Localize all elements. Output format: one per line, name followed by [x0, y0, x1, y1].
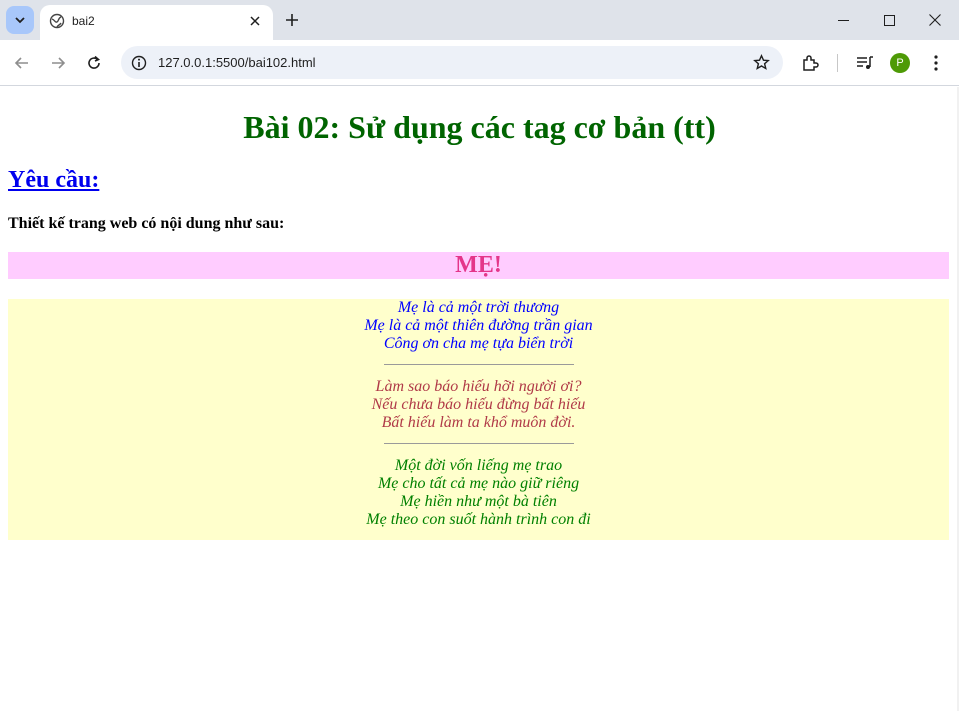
divider: [383, 443, 574, 444]
poem-line: Nếu chưa báo hiếu đừng bất hiếu: [371, 396, 586, 413]
poem-title-banner: MẸ!: [8, 252, 949, 279]
poem-line: Làm sao báo hiếu hỡi người ơi?: [375, 378, 582, 395]
poem-title: MẸ!: [455, 252, 502, 278]
tab-strip: bai2: [0, 0, 959, 40]
extensions-icon[interactable]: [799, 52, 821, 74]
tab-search-icon[interactable]: [6, 6, 34, 34]
description-text: Thiết kế trang web có nội dung như sau:: [8, 215, 285, 232]
plus-icon[interactable]: [282, 10, 302, 30]
poem-line: Mẹ là cả một thiên đường trần gian: [364, 317, 593, 334]
avatar[interactable]: P: [890, 53, 910, 73]
globe-icon: [49, 13, 65, 29]
menu-icon[interactable]: [925, 52, 947, 74]
forward-icon[interactable]: [47, 52, 69, 74]
page-title: Bài 02: Sử dụng các tag cơ bản (tt): [243, 109, 716, 145]
divider: [383, 364, 574, 365]
minimize-icon[interactable]: [833, 10, 853, 30]
poem-line: Bất hiếu làm ta khổ muôn đời.: [381, 414, 576, 431]
poem-line: Một đời vốn liếng mẹ trao: [394, 457, 563, 474]
stanza-2: Làm sao báo hiếu hỡi người ơi? Nếu chưa …: [8, 378, 949, 432]
browser-toolbar: 127.0.0.1:5500/bai102.html: [0, 40, 959, 86]
window-close-icon[interactable]: [925, 10, 945, 30]
toolbar-separator: [837, 54, 838, 72]
stanza-3: Một đời vốn liếng mẹ trao Mẹ cho tất cả …: [8, 457, 949, 529]
media-icon[interactable]: [854, 52, 876, 74]
tab-title: bai2: [72, 14, 95, 28]
poem-line: Công ơn cha mẹ tựa biển trời: [383, 335, 574, 352]
browser-tab[interactable]: bai2: [40, 5, 273, 40]
maximize-icon[interactable]: [879, 10, 899, 30]
poem-line: Mẹ cho tất cả mẹ nào giữ riêng: [377, 475, 580, 492]
site-info-icon[interactable]: [129, 53, 148, 72]
poem-line: Mẹ theo con suốt hành trình con đi: [366, 511, 591, 528]
poem-line: Mẹ hiền như một bà tiên: [400, 493, 557, 510]
page-viewport: Bài 02: Sử dụng các tag cơ bản (tt) Yêu …: [0, 87, 959, 711]
poem-line: Mẹ là cả một trời thương: [397, 299, 560, 316]
reload-icon[interactable]: [83, 52, 105, 74]
poem-box: Mẹ là cả một trời thương Mẹ là cả một th…: [8, 299, 949, 540]
back-icon[interactable]: [11, 52, 33, 74]
url-text[interactable]: 127.0.0.1:5500/bai102.html: [158, 54, 316, 71]
stanza-1: Mẹ là cả một trời thương Mẹ là cả một th…: [8, 299, 949, 353]
close-icon[interactable]: [246, 12, 264, 30]
requirement-heading[interactable]: Yêu cầu:: [8, 166, 99, 194]
star-icon[interactable]: [751, 52, 771, 72]
address-bar[interactable]: 127.0.0.1:5500/bai102.html: [121, 46, 783, 79]
